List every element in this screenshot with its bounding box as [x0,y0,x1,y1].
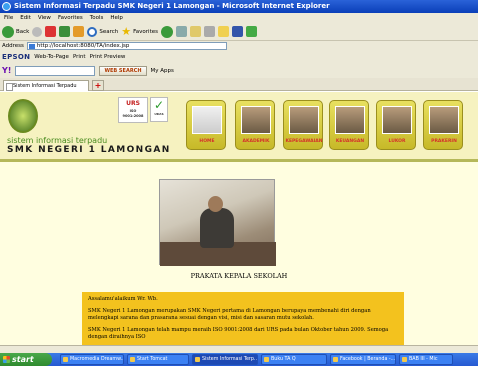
menu-view[interactable]: View [38,13,51,23]
urs-certificate-logo: URS ISO 9001:2008 [118,97,148,123]
taskbar-bab-iii[interactable]: BAB III - Mic [399,354,453,365]
yahoo-icon[interactable]: Y! [2,66,11,75]
title-bar: Sistem Informasi Terpadu SMK Negeri 1 La… [0,0,478,13]
address-input[interactable]: http://localhost:8080/TA/index.jsp [26,42,227,50]
menu-favorites[interactable]: Favorites [58,13,83,23]
my-apps-button[interactable]: My Apps [151,68,174,74]
start-button[interactable]: start [0,353,52,366]
taskbar-tomcat[interactable]: Start Tomcat [127,354,189,365]
tab-bar: Sistem Informasi Terpadu SMK N... + [0,78,478,99]
epson-toolbar: EPSON Web-To-Page Print Print Preview [0,51,478,63]
window-title: Sistem Informasi Terpadu SMK Negeri 1 La… [14,2,330,10]
web-to-page-button[interactable]: Web-To-Page [34,54,69,60]
browser-window: Sistem Informasi Terpadu SMK Negeri 1 La… [0,0,478,366]
back-arrow-icon [2,25,14,38]
akademik-image [241,106,271,134]
site-header: URS ISO 9001:2008 ✓ UKAS sistem informasi … [0,92,478,162]
epson-logo: EPSON [2,53,31,61]
principal-message: Assalamu'alaikum Wr. Wb. SMK Negeri 1 La… [82,292,404,345]
refresh-button[interactable] [59,26,71,37]
nav-lukor[interactable]: LUKOR [376,100,416,150]
taskbar-sistem-informasi[interactable]: Sistem Informasi Terp... [192,354,258,365]
nav-kepegawaian[interactable]: KEPEGAWAIAN [283,100,323,150]
principal-caption: PRAKATA KEPALA SEKOLAH [190,272,288,280]
photo-head [208,196,223,212]
intro-paragraph: SMK Negeri 1 Lamongan merupakan SMK Nege… [88,308,371,321]
home-image [192,106,222,134]
menu-bar: File Edit View Favorites Tools Help [0,13,478,23]
taskbar-buku-ta[interactable]: Buku TA Q [261,354,327,365]
research-button[interactable] [232,26,243,37]
taskbar: start Macromedia Dreamw... Start Tomcat … [0,353,478,366]
back-button[interactable]: Back [2,25,29,38]
web-page: URS ISO 9001:2008 ✓ UKAS sistem informasi … [0,92,478,345]
site-title: sistem informasi terpadu [7,136,108,145]
history-button[interactable] [176,26,187,37]
star-icon: ★ [121,25,132,38]
principal-photo [159,179,276,266]
menu-tools[interactable]: Tools [90,13,104,23]
standard-toolbar: Back Search ★ Favorites [0,23,478,41]
print-preview-button[interactable]: Print Preview [90,54,126,60]
print-button[interactable] [204,26,215,37]
address-label: Address [2,43,24,49]
greeting-text: Assalamu'alaikum Wr. Wb. [88,296,158,302]
keuangan-image [335,106,365,134]
folder-button[interactable] [218,26,229,37]
web-search-button[interactable]: WEB SEARCH [99,65,147,76]
home-button[interactable] [73,26,85,37]
iso-paragraph: SMK Negeri 1 Lamongan telah mampu meraih… [88,327,389,340]
messenger-button[interactable] [246,26,257,37]
prakerin-image [429,106,459,134]
search-button[interactable]: Search [87,26,118,37]
menu-file[interactable]: File [4,13,13,23]
ie-icon [2,2,11,11]
school-logo [8,99,38,133]
site-subtitle: SMK NEGERI 1 LAMONGAN [7,145,171,155]
tab-sistem-informasi[interactable]: Sistem Informasi Terpadu SMK N... [3,80,89,99]
lukor-image [382,106,412,134]
new-tab-button[interactable]: + [92,80,104,91]
nav-akademik[interactable]: AKADEMIK [235,100,275,150]
header-divider [0,159,478,162]
kepegawaian-image [289,106,319,134]
epson-print-button[interactable]: Print [73,54,86,60]
taskbar-facebook[interactable]: Facebook | Beranda -... [330,354,396,365]
media-button[interactable] [161,25,173,38]
search-icon [87,26,98,37]
stop-button[interactable] [45,26,57,37]
menu-edit[interactable]: Edit [20,13,31,23]
nav-keuangan[interactable]: KEUANGAN [329,100,369,150]
nav-home[interactable]: HOME [186,100,226,150]
taskbar-dreamweaver[interactable]: Macromedia Dreamw... [60,354,124,365]
menu-help[interactable]: Help [110,13,123,23]
favorites-button[interactable]: ★ Favorites [121,25,158,38]
address-bar: Address http://localhost:8080/TA/index.j… [0,41,478,51]
forward-button[interactable] [32,26,43,37]
yahoo-search-input[interactable] [15,65,96,76]
mail-button[interactable] [190,26,201,37]
photo-person [200,208,234,248]
nav-prakerin[interactable]: PRAKERIN [423,100,463,150]
status-bar [0,345,478,353]
yahoo-toolbar: Y! WEB SEARCH My Apps [0,63,478,78]
ukas-check-logo: ✓ UKAS [150,97,168,122]
